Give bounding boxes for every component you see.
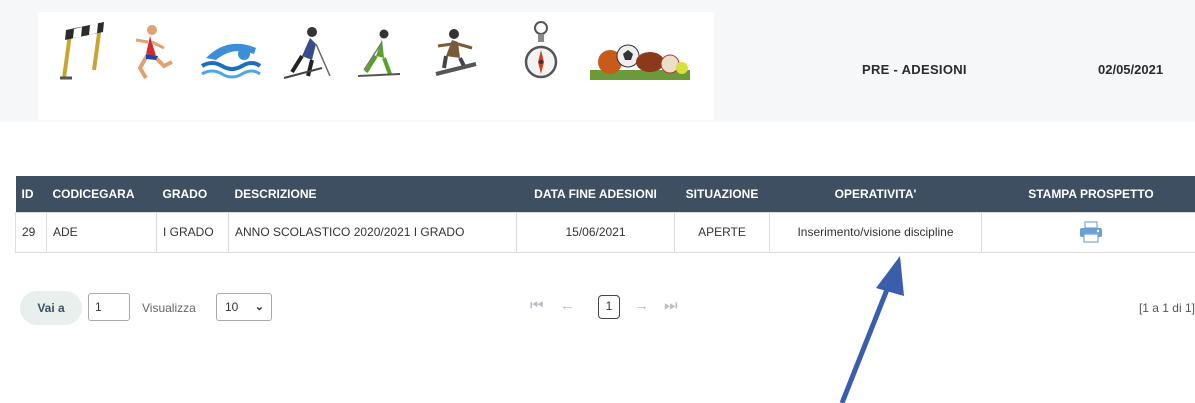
- column-header-grado[interactable]: GRADO: [156, 176, 229, 212]
- cell-codicegara: ADE: [46, 211, 157, 253]
- column-header-situazione[interactable]: SITUAZIONE: [674, 176, 770, 212]
- inserimento-discipline-link[interactable]: Inserimento/visione discipline: [769, 211, 982, 253]
- page-size-select[interactable]: 10 ⌄: [216, 293, 272, 321]
- table-row: 29 ADE I GRADO ANNO SCOLASTICO 2020/2021…: [15, 211, 1195, 253]
- current-page-button[interactable]: 1: [598, 295, 620, 319]
- printer-icon[interactable]: [1078, 221, 1104, 243]
- column-header-codicegara[interactable]: CODICEGARA: [46, 176, 157, 212]
- annotation-arrow: [839, 256, 904, 403]
- swimming-icon: [200, 43, 262, 79]
- column-header-stampa-prospetto[interactable]: STAMPA PROSPETTO: [981, 176, 1195, 212]
- goto-page-input[interactable]: [88, 293, 130, 321]
- cell-data-fine-adesioni: 15/06/2021: [516, 211, 675, 253]
- cell-id: 29: [15, 211, 47, 253]
- adesioni-table: ID CODICEGARA GRADO DESCRIZIONE DATA FIN…: [15, 176, 1195, 253]
- column-header-operativita[interactable]: OPERATIVITA': [769, 176, 982, 212]
- goto-page-button[interactable]: Vai a: [20, 291, 82, 325]
- page-size-value: 10: [225, 300, 239, 314]
- page-size-label: Visualizza: [142, 301, 196, 315]
- status-badge: APERTE: [674, 211, 770, 253]
- column-header-data-fine-adesioni[interactable]: DATA FINE ADESIONI: [516, 176, 675, 212]
- chevron-down-icon: ⌄: [254, 301, 264, 313]
- snowboard-icon: [435, 29, 477, 76]
- column-header-id[interactable]: ID: [15, 176, 47, 212]
- prev-page-icon[interactable]: ←: [560, 297, 575, 314]
- next-page-icon[interactable]: →: [634, 297, 649, 314]
- page-title: PRE - ADESIONI: [862, 62, 967, 77]
- table-header-row: ID CODICEGARA GRADO DESCRIZIONE DATA FIN…: [15, 176, 1195, 212]
- cell-grado: I GRADO: [156, 211, 229, 253]
- first-page-icon[interactable]: ⏮: [530, 297, 544, 314]
- pagination-bar: Vai a Visualizza 10 ⌄ ⏮ ← 1 → ⏭ [1 a 1 d…: [20, 291, 1195, 325]
- orienteering-compass-icon: [524, 21, 558, 79]
- page-date: 02/05/2021: [1098, 62, 1164, 77]
- page-range-info: [1 a 1 di 1]: [1138, 301, 1195, 315]
- column-header-descrizione[interactable]: DESCRIZIONE: [228, 176, 517, 212]
- last-page-icon[interactable]: ⏭: [664, 297, 678, 314]
- sports-balls-icon: [590, 44, 690, 80]
- cross-country-ski-icon: [357, 29, 401, 77]
- stampa-prospetto-cell: [981, 211, 1195, 253]
- runner-icon: [135, 25, 173, 80]
- skier-icon: [283, 27, 331, 79]
- sports-logo-strip: [38, 12, 714, 120]
- cell-descrizione: ANNO SCOLASTICO 2020/2021 I GRADO: [228, 211, 517, 253]
- hurdle-icon: [60, 22, 104, 80]
